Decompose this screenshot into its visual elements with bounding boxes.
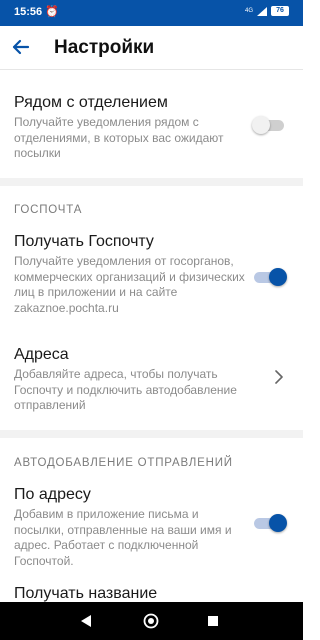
by-address-toggle[interactable]: [252, 513, 288, 533]
back-arrow-icon[interactable]: [8, 34, 34, 60]
alarm-clock-icon: ⏰: [45, 6, 59, 18]
chevron-right-icon: [275, 370, 283, 384]
section-divider: [0, 430, 303, 438]
setting-description: Добавим в приложение письма и посылки, о…: [14, 507, 232, 568]
near-office-toggle[interactable]: [252, 115, 288, 135]
setting-title: Получать Госпочту: [14, 233, 154, 250]
setting-description: Добавляйте адреса, чтобы получать Госпоч…: [14, 367, 237, 412]
page-title: Настройки: [54, 37, 155, 58]
battery-icon: 76: [271, 6, 289, 16]
network-type-label: 4G: [244, 8, 253, 14]
setting-description: Получайте уведомления рядом с отделениям…: [14, 115, 224, 160]
status-indicators: 4G 76: [245, 6, 289, 16]
nav-back-icon[interactable]: [80, 614, 92, 628]
receive-gospochta-toggle[interactable]: [252, 267, 288, 287]
system-nav-bar: [0, 602, 303, 640]
setting-title: Рядом с отделением: [14, 94, 168, 111]
nav-home-icon[interactable]: [143, 613, 159, 629]
section-divider: [0, 178, 303, 186]
nav-recent-icon[interactable]: [207, 615, 219, 627]
toggle-thumb: [269, 514, 287, 532]
toggle-thumb: [252, 116, 270, 134]
section-header-auto-add: АВТОДОБАВЛЕНИЕ ОТПРАВЛЕНИЙ: [14, 457, 233, 469]
section-header-gospochta: ГОСПОЧТА: [14, 204, 83, 216]
signal-icon: [257, 6, 267, 16]
setting-title: Получать название: [14, 585, 158, 602]
setting-title: Адреса: [14, 346, 69, 363]
toggle-thumb: [269, 268, 287, 286]
setting-description: Получайте уведомления от госорганов, ком…: [14, 254, 245, 315]
app-bar: Настройки: [0, 26, 303, 70]
status-time: 15:56: [14, 6, 43, 18]
setting-title: По адресу: [14, 486, 91, 503]
status-bar: 15:56 ⏰ 4G 76: [0, 0, 303, 26]
